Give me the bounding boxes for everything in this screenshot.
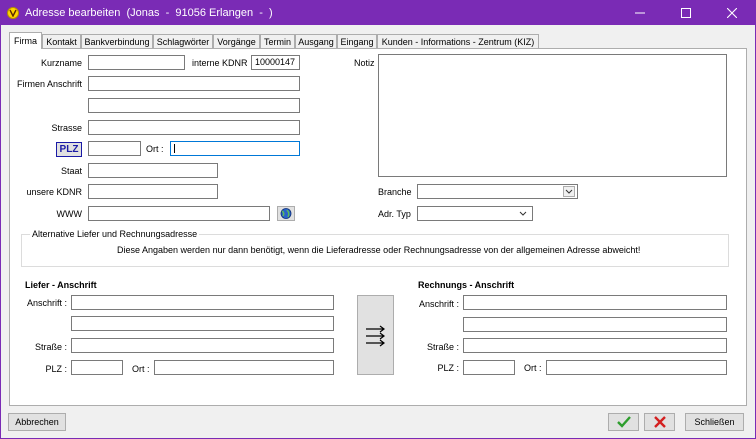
www-field[interactable]: [88, 206, 270, 221]
red-x-icon: [654, 416, 666, 428]
tab-schlagwoerter[interactable]: Schlagwörter: [153, 34, 213, 48]
tab-termin[interactable]: Termin: [260, 34, 295, 48]
www-label: WWW: [56, 209, 82, 219]
adr-typ-label: Adr. Typ: [378, 209, 411, 219]
address-edit-window: Adresse bearbeiten (Jonas - 91056 Erlang…: [0, 0, 756, 439]
rechnung-ort-field[interactable]: [546, 360, 727, 375]
staat-label: Staat: [60, 166, 82, 176]
kurzname-label: Kurzname: [40, 58, 82, 68]
liefer-plz-label: PLZ :: [45, 364, 67, 374]
rechnung-strasse-label: Straße :: [426, 342, 459, 352]
delete-button[interactable]: [644, 413, 675, 431]
close-window-button[interactable]: [709, 1, 755, 25]
branche-dropdown[interactable]: [417, 184, 578, 199]
ort-label: Ort :: [146, 144, 164, 154]
liefer-anschrift-line2-field[interactable]: [71, 316, 334, 331]
firmen-anschrift-line1-field[interactable]: [88, 76, 300, 91]
alt-address-info-text: Diese Angaben werden nur dann benötigt, …: [117, 245, 641, 255]
branche-label: Branche: [378, 187, 412, 197]
interne-kdnr-label: interne KDNR: [192, 58, 248, 68]
close-button[interactable]: Schließen: [685, 413, 744, 431]
rechnung-anschrift-label: Anschrift :: [418, 299, 459, 309]
interne-kdnr-field[interactable]: 10000147: [251, 55, 300, 70]
maximize-button[interactable]: [663, 1, 709, 25]
checkmark-icon: [617, 416, 631, 428]
rechnung-plz-label: PLZ :: [437, 363, 459, 373]
liefer-ort-label: Ort :: [132, 364, 150, 374]
firmen-anschrift-line2-field[interactable]: [88, 98, 300, 113]
liefer-ort-field[interactable]: [154, 360, 334, 375]
maximize-icon: [681, 8, 691, 18]
rechnung-plz-field[interactable]: [463, 360, 515, 375]
tab-kontakt[interactable]: Kontakt: [42, 34, 81, 48]
tab-kiz[interactable]: Kunden - Informations - Zentrum (KIZ): [377, 34, 539, 48]
firma-panel: Kurzname interne KDNR 10000147 Notiz Fir…: [9, 48, 747, 406]
strasse-label: Strasse: [51, 123, 82, 133]
notiz-label: Notiz: [354, 58, 375, 68]
liefer-strasse-label: Straße :: [34, 342, 67, 352]
minimize-icon: [635, 12, 645, 14]
window-title: Adresse bearbeiten (Jonas - 91056 Erlang…: [25, 7, 273, 19]
alt-address-group: Alternative Liefer und Rechnungsadresse …: [21, 229, 729, 267]
title-bar[interactable]: Adresse bearbeiten (Jonas - 91056 Erlang…: [1, 1, 755, 25]
alt-address-group-title: Alternative Liefer und Rechnungsadresse: [30, 229, 200, 240]
liefer-anschrift-line1-field[interactable]: [71, 295, 334, 310]
globe-icon: [280, 208, 292, 219]
rechnung-strasse-field[interactable]: [463, 338, 727, 353]
close-icon: [727, 8, 737, 18]
staat-field[interactable]: [88, 163, 218, 178]
firmen-anschrift-label: Firmen Anschrift: [16, 79, 82, 89]
open-website-button[interactable]: [277, 206, 295, 221]
tab-eingang[interactable]: Eingang: [337, 34, 377, 48]
liefer-anschrift-label: Anschrift :: [26, 298, 67, 308]
liefer-strasse-field[interactable]: [71, 338, 334, 353]
rechnung-anschrift-line2-field[interactable]: [463, 317, 727, 332]
app-logo-icon: [7, 7, 19, 19]
liefer-plz-field[interactable]: [71, 360, 123, 375]
ort-field[interactable]: [170, 141, 300, 156]
rechnung-anschrift-line1-field[interactable]: [463, 295, 727, 310]
chevron-down-icon: [563, 186, 575, 197]
strasse-field[interactable]: [88, 120, 300, 135]
confirm-button[interactable]: [608, 413, 639, 431]
tab-firma[interactable]: Firma: [9, 32, 42, 49]
tab-ausgang[interactable]: Ausgang: [295, 34, 337, 48]
unsere-kdnr-label: unsere KDNR: [26, 187, 82, 197]
rechnung-ort-label: Ort :: [524, 363, 542, 373]
rechnung-heading: Rechnungs - Anschrift: [418, 280, 515, 290]
kurzname-field[interactable]: [88, 55, 185, 70]
plz-field[interactable]: [88, 141, 141, 156]
minimize-button[interactable]: [617, 1, 663, 25]
cancel-button[interactable]: Abbrechen: [8, 413, 66, 431]
unsere-kdnr-field[interactable]: [88, 184, 218, 199]
tab-vorgaenge[interactable]: Vorgänge: [213, 34, 260, 48]
liefer-heading: Liefer - Anschrift: [25, 280, 97, 290]
chevron-down-icon: [518, 208, 530, 219]
notiz-textarea[interactable]: [378, 54, 727, 177]
adr-typ-dropdown[interactable]: [417, 206, 533, 221]
copy-address-button[interactable]: [357, 295, 394, 375]
plz-lookup-button[interactable]: PLZ: [56, 142, 82, 157]
tab-bankverbindung[interactable]: Bankverbindung: [81, 34, 153, 48]
triple-arrow-right-icon: [366, 325, 385, 347]
